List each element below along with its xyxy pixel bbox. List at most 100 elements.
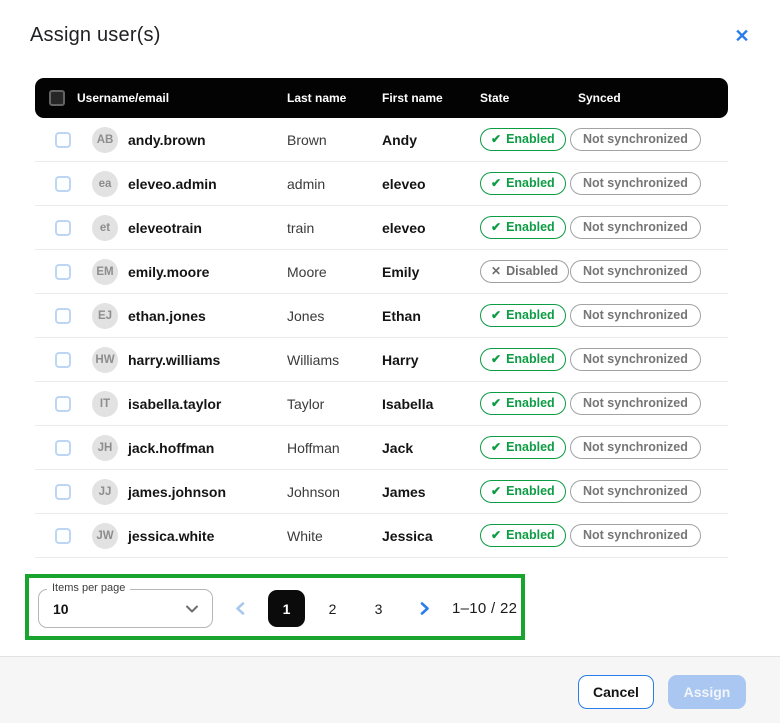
state-label: Enabled (506, 176, 555, 190)
synced-label: Not synchronized (583, 308, 688, 322)
synced-badge: Not synchronized (570, 436, 701, 459)
state-label: Enabled (506, 484, 555, 498)
username-cell: emily.moore (128, 264, 287, 280)
dialog-footer (0, 656, 780, 723)
row-checkbox[interactable] (55, 440, 71, 456)
state-icon: ✔ (491, 529, 501, 541)
users-table: Username/email Last name First name Stat… (35, 78, 728, 558)
first-name-cell: Jessica (382, 528, 480, 544)
synced-badge: Not synchronized (570, 216, 701, 239)
table-row[interactable]: IT isabella.taylor Taylor Isabella ✔ Ena… (35, 382, 728, 426)
synced-label: Not synchronized (583, 220, 688, 234)
avatar: HW (92, 347, 118, 373)
first-name-cell: James (382, 484, 480, 500)
synced-badge: Not synchronized (570, 480, 701, 503)
table-row[interactable]: EM emily.moore Moore Emily ✕ Disabled No… (35, 250, 728, 294)
table-row[interactable]: JH jack.hoffman Hoffman Jack ✔ Enabled N… (35, 426, 728, 470)
state-badge: ✔ Enabled (480, 524, 566, 547)
assign-button[interactable]: Assign (668, 675, 746, 709)
state-badge: ✔ Enabled (480, 172, 566, 195)
username-cell: jack.hoffman (128, 440, 287, 456)
column-username: Username/email (77, 91, 287, 105)
state-label: Enabled (506, 220, 555, 234)
avatar: EJ (92, 303, 118, 329)
previous-page-icon[interactable] (230, 598, 250, 618)
last-name-cell: Taylor (287, 396, 382, 412)
username-cell: harry.williams (128, 352, 287, 368)
table-row[interactable]: EJ ethan.jones Jones Ethan ✔ Enabled Not… (35, 294, 728, 338)
page-button-3[interactable]: 3 (360, 590, 397, 627)
select-all-checkbox[interactable] (49, 90, 65, 106)
state-label: Enabled (506, 352, 555, 366)
state-badge: ✕ Disabled (480, 260, 569, 283)
synced-badge: Not synchronized (570, 524, 701, 547)
state-label: Enabled (506, 396, 555, 410)
avatar: JW (92, 523, 118, 549)
state-icon: ✔ (491, 397, 501, 409)
chevron-down-icon (185, 602, 199, 621)
state-badge: ✔ Enabled (480, 348, 566, 371)
close-icon[interactable]: ✕ (731, 25, 753, 47)
next-page-icon[interactable] (414, 598, 434, 618)
synced-badge: Not synchronized (570, 392, 701, 415)
state-badge: ✔ Enabled (480, 392, 566, 415)
state-icon: ✔ (491, 353, 501, 365)
avatar: et (92, 215, 118, 241)
table-row[interactable]: HW harry.williams Williams Harry ✔ Enabl… (35, 338, 728, 382)
row-checkbox[interactable] (55, 308, 71, 324)
row-checkbox[interactable] (55, 528, 71, 544)
last-name-cell: Williams (287, 352, 382, 368)
state-label: Disabled (506, 264, 558, 278)
table-row[interactable]: et eleveotrain train eleveo ✔ Enabled No… (35, 206, 728, 250)
table-row[interactable]: JW jessica.white White Jessica ✔ Enabled… (35, 514, 728, 558)
synced-label: Not synchronized (583, 528, 688, 542)
username-cell: eleveo.admin (128, 176, 287, 192)
first-name-cell: Emily (382, 264, 480, 280)
first-name-cell: Andy (382, 132, 480, 148)
table-row[interactable]: ea eleveo.admin admin eleveo ✔ Enabled N… (35, 162, 728, 206)
row-checkbox[interactable] (55, 132, 71, 148)
last-name-cell: Jones (287, 308, 382, 324)
state-label: Enabled (506, 132, 555, 146)
state-icon: ✔ (491, 177, 501, 189)
row-checkbox[interactable] (55, 264, 71, 280)
last-name-cell: Moore (287, 264, 382, 280)
synced-badge: Not synchronized (570, 260, 701, 283)
table-row[interactable]: AB andy.brown Brown Andy ✔ Enabled Not s… (35, 118, 728, 162)
avatar: IT (92, 391, 118, 417)
avatar: ea (92, 171, 118, 197)
column-state: State (480, 91, 578, 105)
username-cell: isabella.taylor (128, 396, 287, 412)
items-per-page-value: 10 (53, 601, 69, 617)
table-row[interactable]: JJ james.johnson Johnson James ✔ Enabled… (35, 470, 728, 514)
row-checkbox[interactable] (55, 352, 71, 368)
column-last-name: Last name (287, 91, 382, 105)
state-badge: ✔ Enabled (480, 480, 566, 503)
column-synced: Synced (578, 91, 728, 105)
page-button-1[interactable]: 1 (268, 590, 305, 627)
last-name-cell: Johnson (287, 484, 382, 500)
row-checkbox[interactable] (55, 396, 71, 412)
state-icon: ✕ (491, 265, 501, 277)
page-button-2[interactable]: 2 (314, 590, 351, 627)
items-per-page-select[interactable]: 10 (38, 589, 213, 628)
state-label: Enabled (506, 308, 555, 322)
state-icon: ✔ (491, 221, 501, 233)
state-icon: ✔ (491, 309, 501, 321)
first-name-cell: eleveo (382, 176, 480, 192)
row-checkbox[interactable] (55, 176, 71, 192)
last-name-cell: train (287, 220, 382, 236)
cancel-button[interactable]: Cancel (578, 675, 654, 709)
first-name-cell: Ethan (382, 308, 480, 324)
synced-label: Not synchronized (583, 352, 688, 366)
state-badge: ✔ Enabled (480, 128, 566, 151)
username-cell: jessica.white (128, 528, 287, 544)
state-badge: ✔ Enabled (480, 436, 566, 459)
row-checkbox[interactable] (55, 484, 71, 500)
last-name-cell: Hoffman (287, 440, 382, 456)
row-checkbox[interactable] (55, 220, 71, 236)
avatar: JH (92, 435, 118, 461)
table-header: Username/email Last name First name Stat… (35, 78, 728, 118)
avatar: AB (92, 127, 118, 153)
state-label: Enabled (506, 528, 555, 542)
